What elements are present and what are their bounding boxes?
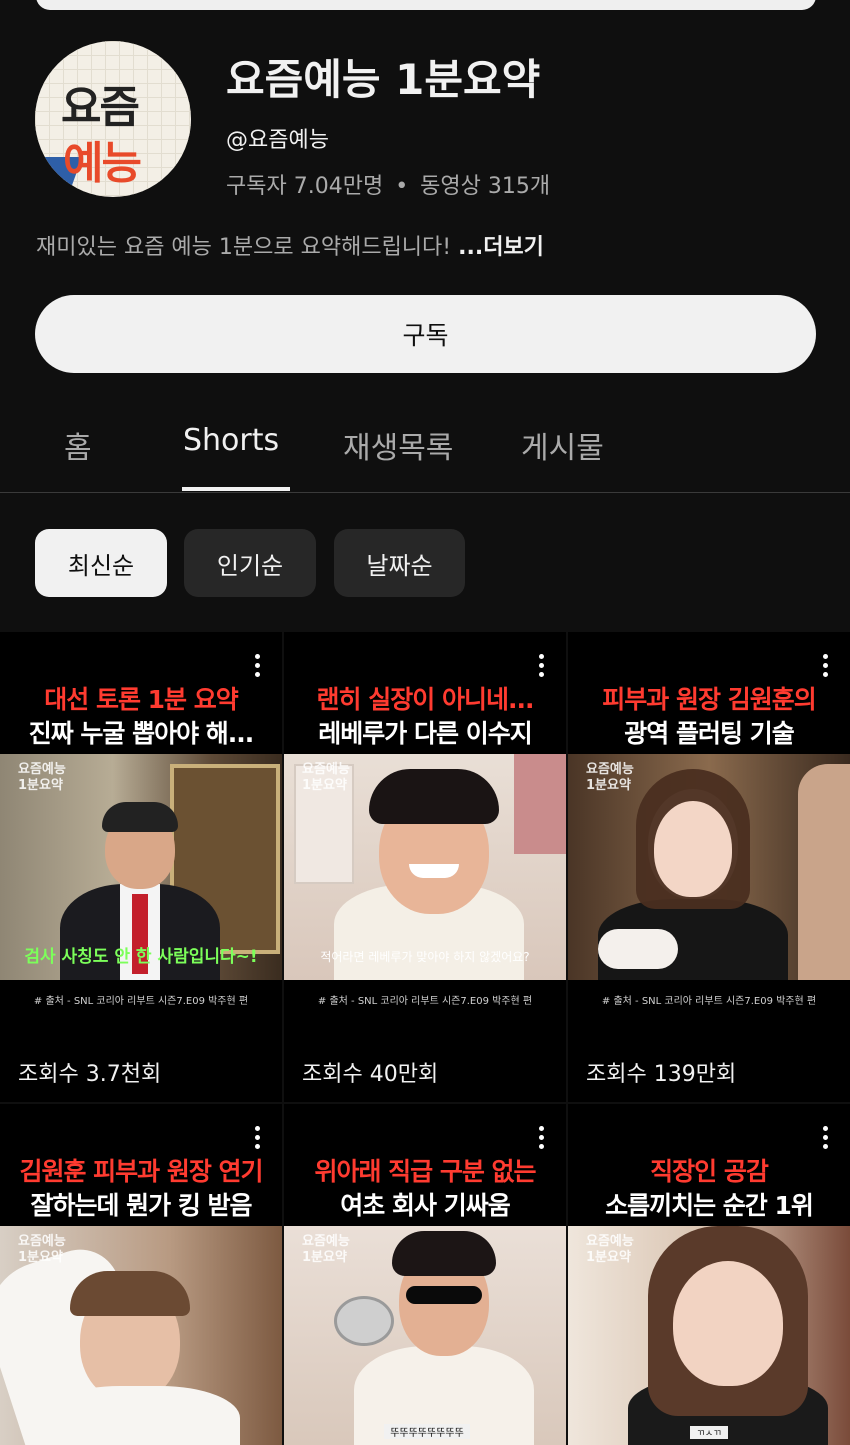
- more-options-icon[interactable]: [536, 654, 546, 682]
- channel-description[interactable]: 재미있는 요즘 예능 1분으로 요약해드립니다! ...더보기: [36, 229, 544, 261]
- thumbnail-title-line1: 랜히 실장이 아니네...: [316, 685, 535, 714]
- more-options-icon[interactable]: [252, 1126, 262, 1154]
- subscribe-button[interactable]: 구독: [35, 295, 816, 373]
- short-card[interactable]: 직장인 공감 소름끼치는 순간 1위 요즘예능 1분요약 ㄲㅅㄲ: [568, 1104, 850, 1445]
- thumbnail-image: 요즘예능 1분요약: [568, 754, 850, 980]
- thumbnail-image: 요즘예능 1분요약: [0, 1226, 282, 1445]
- watermark: 요즘예능 1분요약: [302, 762, 350, 793]
- more-link[interactable]: ...더보기: [458, 235, 544, 260]
- thumbnail-title-area: 직장인 공감 소름끼치는 순간 1위: [568, 1104, 850, 1226]
- view-count: 조회수 139만회: [586, 1062, 737, 1087]
- thumbnail-title-area: 랜히 실장이 아니네... 레베루가 다른 이수지: [284, 632, 566, 754]
- thumbnail-title-line2: 잘하는데 뭔가 킹 받음: [30, 1191, 252, 1220]
- active-tab-indicator: [182, 487, 290, 491]
- tab-home[interactable]: 홈: [64, 423, 92, 467]
- description-text: 재미있는 요즘 예능 1분으로 요약해드립니다!: [36, 235, 452, 260]
- channel-handle: @요즘예능: [226, 128, 329, 153]
- thumbnail-title-area: 위아래 직급 구분 없는 여초 회사 기싸움: [284, 1104, 566, 1226]
- thumbnail-title-line1: 대선 토론 1분 요약: [44, 685, 239, 714]
- thumbnail-image: 요즘예능 1분요약 뚜뚜뚜뚜뚜뚜뚜뚜: [284, 1226, 566, 1445]
- thumbnail-title-line2: 소름끼치는 순간 1위: [605, 1191, 814, 1220]
- thumbnail-title-line1: 위아래 직급 구분 없는: [314, 1157, 536, 1186]
- thumbnail-title-area: 피부과 원장 김원훈의 광역 플러팅 기술: [568, 632, 850, 754]
- thumbnail-source: # 출처 - SNL 코리아 리부트 시즌7.E09 박주현 편: [317, 996, 533, 1007]
- short-card[interactable]: 피부과 원장 김원훈의 광역 플러팅 기술 요즘예능 1분요약 # 출처 - SN…: [568, 632, 850, 1102]
- thumbnail-title-line2: 여초 회사 기싸움: [340, 1191, 510, 1220]
- channel-name: 요즘예능 1분요약: [226, 55, 541, 104]
- stats-separator: •: [395, 174, 409, 199]
- short-card[interactable]: 랜히 실장이 아니네... 레베루가 다른 이수지 요즘예능 1분요약 적어라면 …: [284, 632, 566, 1102]
- thumbnail-title-area: 김원훈 피부과 원장 연기 잘하는데 뭔가 킹 받음: [0, 1104, 282, 1226]
- thumbnail-title-line1: 피부과 원장 김원훈의: [602, 685, 816, 714]
- thumbnail-source: # 출처 - SNL 코리아 리부트 시즌7.E09 박주현 편: [601, 996, 817, 1007]
- tab-playlists[interactable]: 재생목록: [343, 423, 453, 467]
- channel-avatar[interactable]: 요즘 예능: [35, 41, 191, 197]
- watermark: 요즘예능 1분요약: [302, 1234, 350, 1265]
- thumbnail-caption: ㄲㅅㄲ: [690, 1426, 728, 1439]
- thumbnail-caption: 뚜뚜뚜뚜뚜뚜뚜뚜: [384, 1424, 470, 1439]
- thumbnail-title-line1: 김원훈 피부과 원장 연기: [19, 1157, 263, 1186]
- video-count: 동영상 315개: [420, 174, 551, 199]
- thumbnail-caption: 적어라면 레베루가 맞아야 하지 않겠어요?: [320, 950, 530, 964]
- thumbnail-image: 요즘예능 1분요약 적어라면 레베루가 맞아야 하지 않겠어요?: [284, 754, 566, 980]
- thumbnail-image: 요즘예능 1분요약 검사 사칭도 안 한 사람입니다~!: [0, 754, 282, 980]
- tab-posts[interactable]: 게시물: [521, 423, 604, 467]
- short-card[interactable]: 대선 토론 1분 요약 진짜 누굴 뽑아야 해... 요즘예능 1분요약 검사 사…: [0, 632, 282, 1102]
- thumbnail-title-line2: 레베루가 다른 이수지: [318, 719, 532, 748]
- channel-stats: 구독자 7.04만명 • 동영상 315개: [226, 168, 550, 200]
- more-options-icon[interactable]: [820, 1126, 830, 1154]
- view-count: 조회수 3.7천회: [18, 1062, 162, 1087]
- thumbnail-caption: 검사 사칭도 안 한 사람입니다~!: [24, 947, 258, 967]
- thumbnail-title-line2: 광역 플러팅 기술: [624, 719, 794, 748]
- watermark: 요즘예능 1분요약: [586, 762, 634, 793]
- chip-popular[interactable]: 인기순: [184, 529, 316, 597]
- channel-tabs: 홈 Shorts 재생목록 게시물: [0, 405, 850, 493]
- watermark: 요즘예능 1분요약: [18, 1234, 66, 1265]
- watermark: 요즘예능 1분요약: [18, 762, 66, 793]
- chip-latest[interactable]: 최신순: [35, 529, 167, 597]
- more-options-icon[interactable]: [252, 654, 262, 682]
- avatar-text-line1: 요즘: [61, 82, 140, 133]
- thumbnail-title-line2: 진짜 누굴 뽑아야 해...: [28, 719, 255, 748]
- channel-banner: [36, 0, 816, 10]
- view-count: 조회수 40만회: [302, 1062, 439, 1087]
- short-card[interactable]: 김원훈 피부과 원장 연기 잘하는데 뭔가 킹 받음 요즘예능 1분요약: [0, 1104, 282, 1445]
- chip-date[interactable]: 날짜순: [334, 529, 465, 597]
- more-options-icon[interactable]: [536, 1126, 546, 1154]
- watermark: 요즘예능 1분요약: [586, 1234, 634, 1265]
- thumbnail-title-line1: 직장인 공감: [650, 1157, 769, 1186]
- short-card[interactable]: 위아래 직급 구분 없는 여초 회사 기싸움 요즘예능 1분요약 뚜뚜뚜뚜뚜뚜뚜뚜: [284, 1104, 566, 1445]
- thumbnail-source: # 출처 - SNL 코리아 리부트 시즌7.E09 박주현 편: [33, 996, 249, 1007]
- more-options-icon[interactable]: [820, 654, 830, 682]
- tab-shorts[interactable]: Shorts: [183, 423, 279, 458]
- thumbnail-image: 요즘예능 1분요약 ㄲㅅㄲ: [568, 1226, 850, 1445]
- thumbnail-title-area: 대선 토론 1분 요약 진짜 누굴 뽑아야 해...: [0, 632, 282, 754]
- subscriber-count: 구독자 7.04만명: [226, 174, 384, 199]
- avatar-text-line2: 예능: [63, 138, 142, 189]
